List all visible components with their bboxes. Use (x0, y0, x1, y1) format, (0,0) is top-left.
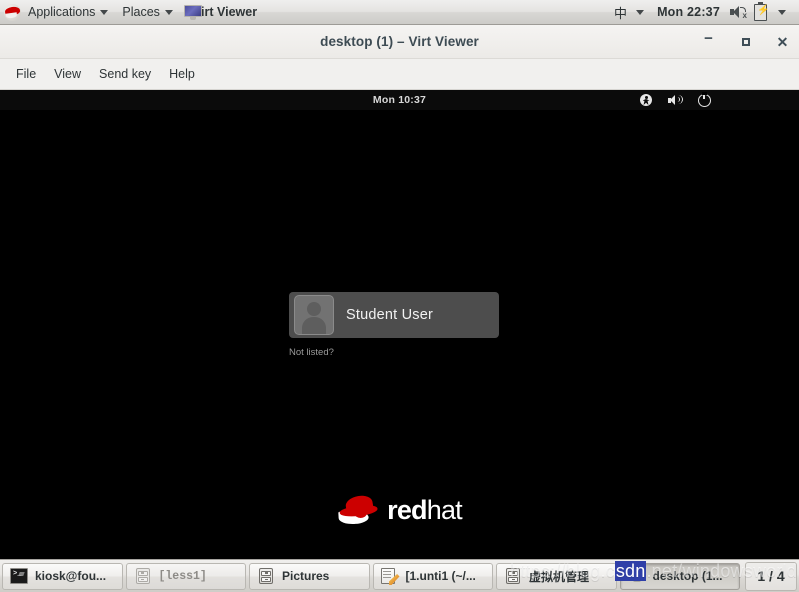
redhat-logo-icon (4, 3, 21, 21)
top-panel-left: Applications Places Virt Viewer (0, 0, 269, 24)
maximize-button[interactable] (737, 33, 754, 50)
window-controls: − ✕ (700, 25, 791, 58)
virt-viewer-titlebar[interactable]: desktop (1) – Virt Viewer − ✕ (0, 25, 799, 59)
window-list-item-virt-viewer[interactable]: Virt Viewer (180, 0, 269, 24)
virt-viewer-window: desktop (1) – Virt Viewer − ✕ File View … (0, 25, 799, 559)
taskbar-item-virt-manager[interactable]: 虚拟机管理 (496, 562, 617, 590)
bottom-taskbar: >_ kiosk@fou... [less1] Pictures [1.unti… (0, 559, 799, 592)
menu-places[interactable]: Places (115, 0, 180, 24)
file-manager-icon (504, 568, 522, 584)
accessibility-icon[interactable] (640, 94, 652, 106)
taskbar-item-label: desktop (1... (652, 569, 723, 583)
gdm-user-list: Student User Not listed? (289, 292, 499, 358)
file-manager-icon (134, 568, 152, 584)
taskbar-item-label: [1.unti1 (~/... (405, 569, 476, 583)
guest-top-bar: Mon 10:37 (0, 90, 799, 110)
panel-clock[interactable]: Mon 22:37 (651, 5, 726, 19)
not-listed-link[interactable]: Not listed? (289, 347, 499, 358)
text-editor-icon (380, 568, 400, 585)
user-avatar-icon (294, 295, 334, 335)
redhat-wordmark: redhat (387, 494, 463, 525)
menu-applications[interactable]: Applications (21, 0, 115, 24)
volume-muted-icon[interactable]: x (730, 5, 747, 20)
chevron-down-icon (778, 10, 786, 15)
taskbar-item-label: [less1] (158, 569, 207, 583)
volume-icon[interactable] (668, 94, 683, 106)
taskbar-item-pictures[interactable]: Pictures (249, 562, 370, 590)
chevron-down-icon (100, 10, 109, 15)
monitor-icon (628, 568, 646, 584)
taskbar-item-desktop-virt-viewer[interactable]: desktop (1... (619, 562, 740, 590)
menu-help[interactable]: Help (161, 63, 203, 85)
system-menu-button[interactable] (771, 0, 793, 24)
user-entry-student[interactable]: Student User (289, 292, 499, 338)
user-name-label: Student User (346, 307, 434, 323)
window-list-item-label: Virt Viewer (192, 5, 258, 19)
menu-view[interactable]: View (46, 63, 89, 85)
battery-charging-icon[interactable]: ⚡ (754, 1, 769, 21)
menu-file[interactable]: File (8, 63, 44, 85)
workspace-indicator[interactable]: 1 / 4 (745, 561, 797, 591)
guest-tray (640, 90, 711, 110)
taskbar-item-kiosk-terminal[interactable]: >_ kiosk@fou... (2, 562, 123, 590)
taskbar-item-less1[interactable]: [less1] (125, 562, 246, 590)
monitor-icon (183, 4, 202, 20)
close-button[interactable]: ✕ (774, 33, 791, 50)
power-icon[interactable] (698, 91, 711, 107)
input-method-indicator[interactable]: 中 (601, 0, 651, 24)
menu-send-key[interactable]: Send key (91, 63, 159, 85)
redhat-fedora-icon (337, 493, 379, 525)
taskbar-item-label: 虚拟机管理 (529, 569, 590, 584)
chevron-down-icon (164, 10, 173, 15)
redhat-wordmark-hat: hat (426, 494, 463, 525)
terminal-icon: >_ (10, 568, 28, 584)
minimize-button[interactable]: − (700, 30, 717, 53)
taskbar-item-label: Pictures (282, 569, 330, 583)
menu-applications-label: Applications (28, 5, 96, 19)
taskbar-item-text-editor[interactable]: [1.unti1 (~/... (372, 562, 493, 590)
window-title: desktop (1) – Virt Viewer (320, 34, 479, 49)
screen-root: Applications Places Virt Viewer 中 Mon 22… (0, 0, 799, 592)
guest-display[interactable]: Mon 10:37 Student User Not listed? redha… (0, 90, 799, 559)
virt-viewer-menubar: File View Send key Help (0, 59, 799, 90)
guest-clock[interactable]: Mon 10:37 (373, 94, 426, 106)
gnome-top-panel: Applications Places Virt Viewer 中 Mon 22… (0, 0, 799, 25)
input-method-label: 中 (614, 5, 628, 21)
taskbar-item-label: kiosk@fou... (35, 569, 107, 583)
menu-places-label: Places (122, 5, 160, 19)
chevron-down-icon (636, 10, 645, 15)
top-panel-right: 中 Mon 22:37 x ⚡ (601, 0, 799, 24)
redhat-branding: redhat (337, 493, 463, 525)
redhat-wordmark-red: red (387, 494, 427, 525)
file-manager-icon (257, 568, 275, 584)
